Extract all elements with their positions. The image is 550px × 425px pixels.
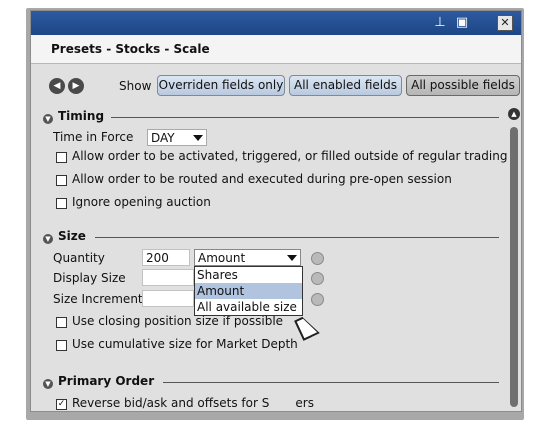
quantity-unit-dropdown: Shares Amount All available size xyxy=(194,266,303,316)
pre-open-label: Allow order to be routed and executed du… xyxy=(72,172,452,186)
section-title-size: Size xyxy=(58,229,86,243)
time-in-force-label: Time in Force xyxy=(53,130,134,144)
settings-panel: ▼ Timing Time in Force DAY Allow order t… xyxy=(39,103,521,411)
vertical-scrollbar[interactable]: ▲ xyxy=(507,103,521,411)
quantity-label: Quantity xyxy=(53,251,105,265)
size-increment-label: Size Increment xyxy=(53,292,143,306)
reverse-bid-ask-label: Reverse bid/ask and offsets for S ers xyxy=(72,396,314,410)
collapse-timing-icon[interactable]: ▼ xyxy=(43,114,53,124)
all-enabled-fields-button[interactable]: All enabled fields xyxy=(289,75,402,96)
time-in-force-value: DAY xyxy=(151,131,175,145)
pre-open-checkbox[interactable] xyxy=(56,175,67,186)
quantity-unit-select[interactable]: Amount xyxy=(194,249,301,266)
display-size-label: Display Size xyxy=(53,271,126,285)
help-icon[interactable] xyxy=(311,293,324,306)
chevron-down-icon xyxy=(287,255,297,261)
dropdown-option-all-available[interactable]: All available size xyxy=(195,299,302,315)
all-possible-fields-button[interactable]: All possible fields xyxy=(406,75,520,96)
dropdown-option-amount[interactable]: Amount xyxy=(195,283,302,299)
collapse-size-icon[interactable]: ▼ xyxy=(43,234,53,244)
breadcrumb-bar: Presets - Stocks - Scale xyxy=(31,35,521,64)
title-bar: ⊥ ▣ ✕ xyxy=(31,11,521,35)
show-label: Show xyxy=(119,79,152,93)
display-size-input[interactable] xyxy=(142,269,194,286)
outside-rth-label: Allow order to be activated, triggered, … xyxy=(72,149,522,163)
ignore-auction-label: Ignore opening auction xyxy=(72,195,211,209)
help-icon[interactable] xyxy=(311,252,324,265)
cumulative-size-checkbox[interactable] xyxy=(56,340,67,351)
outside-rth-checkbox[interactable] xyxy=(56,152,67,163)
breadcrumb: Presets - Stocks - Scale xyxy=(51,42,210,56)
section-divider xyxy=(163,382,499,383)
chevron-down-icon xyxy=(193,135,203,141)
reverse-bid-ask-text: Reverse bid/ask and offsets for S xyxy=(72,396,270,410)
forward-icon[interactable]: ▶ xyxy=(68,78,84,94)
section-divider xyxy=(95,237,499,238)
section-title-timing: Timing xyxy=(58,109,105,123)
time-in-force-select[interactable]: DAY xyxy=(147,129,207,146)
closing-position-label: Use closing position size if possible xyxy=(72,314,284,328)
dropdown-option-shares[interactable]: Shares xyxy=(195,267,302,283)
quantity-input[interactable]: 200 xyxy=(142,249,190,266)
size-increment-input[interactable] xyxy=(142,290,194,307)
closing-position-checkbox[interactable] xyxy=(56,317,67,328)
collapse-primary-order-icon[interactable]: ▼ xyxy=(43,379,53,389)
close-icon[interactable]: ✕ xyxy=(497,15,513,31)
quantity-unit-value: Amount xyxy=(198,251,246,265)
reverse-bid-ask-checkbox[interactable]: ✓ xyxy=(56,399,67,410)
pin-icon[interactable]: ⊥ xyxy=(431,14,449,32)
ignore-auction-checkbox[interactable] xyxy=(56,198,67,209)
show-filter-bar: ◀ ▶ Show Overriden fields only All enabl… xyxy=(31,64,521,96)
cumulative-size-label: Use cumulative size for Market Depth xyxy=(72,337,298,351)
order-presets-window: ⊥ ▣ ✕ Presets - Stocks - Scale ◀ ▶ Show … xyxy=(30,10,522,412)
section-title-primary-order: Primary Order xyxy=(58,374,155,388)
overriden-fields-button[interactable]: Overriden fields only xyxy=(157,75,285,96)
print-icon[interactable]: ▣ xyxy=(453,14,471,32)
back-icon[interactable]: ◀ xyxy=(49,78,65,94)
reverse-bid-ask-tail: ers xyxy=(295,396,314,410)
help-icon[interactable] xyxy=(311,272,324,285)
scroll-up-icon[interactable]: ▲ xyxy=(508,108,520,120)
scroll-thumb[interactable] xyxy=(510,127,518,407)
section-divider xyxy=(111,117,499,118)
